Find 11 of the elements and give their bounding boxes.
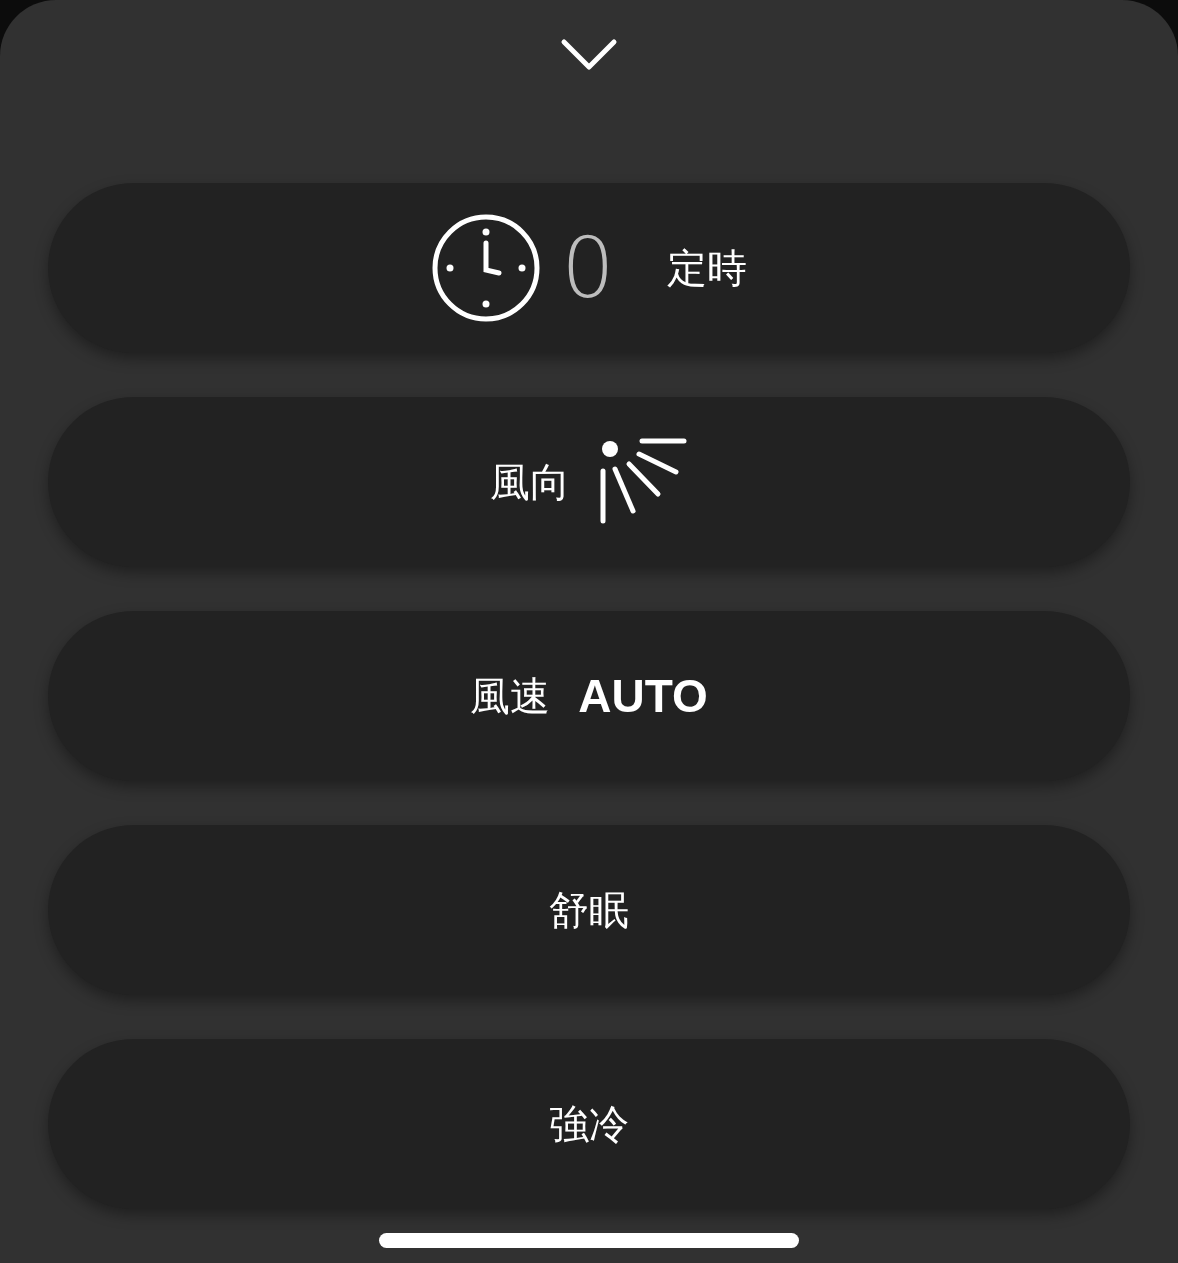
timer-button[interactable]: 0 定時 bbox=[48, 183, 1130, 353]
mode-button[interactable]: 強冷 bbox=[48, 1039, 1130, 1209]
fan-speed-value: AUTO bbox=[578, 669, 708, 723]
wind-direction-button[interactable]: 風向 bbox=[48, 397, 1130, 567]
timer-count: 0 bbox=[561, 226, 615, 310]
clock-icon bbox=[431, 213, 542, 323]
fan-speed-label: 風速 bbox=[470, 671, 551, 721]
mode-button[interactable]: 舒眠 bbox=[48, 825, 1130, 995]
timer-label: 定時 bbox=[666, 243, 747, 293]
wind-direction-label: 風向 bbox=[490, 457, 570, 507]
fan-speed-button[interactable]: 風速 AUTO bbox=[48, 611, 1130, 781]
